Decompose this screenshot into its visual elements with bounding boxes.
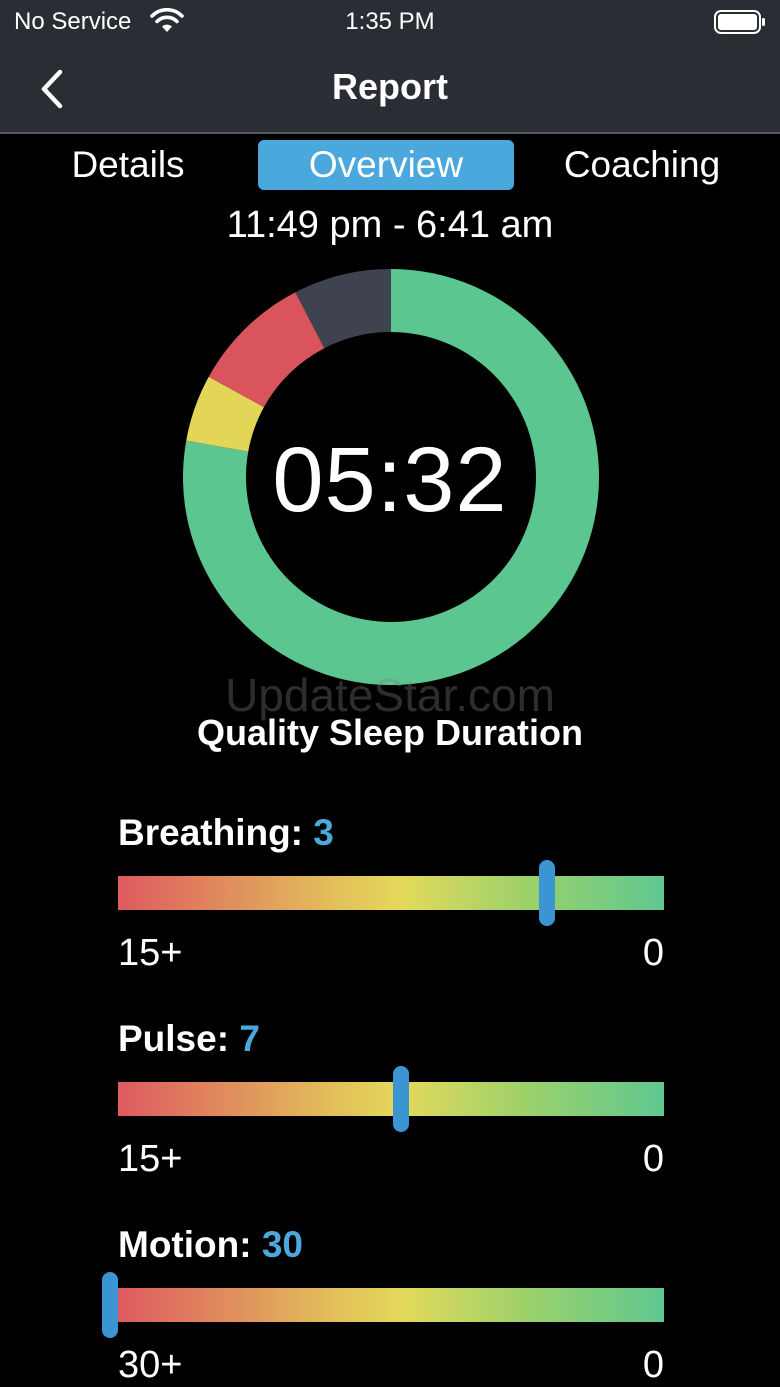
motion-metric: Motion: 30 30+ 0	[101, 1224, 664, 1387]
breathing-metric: Breathing: 3 15+ 0	[118, 812, 664, 982]
status-time: 1:35 PM	[345, 8, 435, 35]
pulse-metric: Pulse: 7 15+ 0	[118, 1018, 664, 1188]
pulse-gradient-bar	[118, 1082, 664, 1116]
motion-max-label: 0	[642, 1344, 664, 1386]
breathing-min-label: 15+	[118, 932, 183, 974]
breathing-gradient-bar	[118, 876, 664, 910]
tab-coaching[interactable]: Coaching	[540, 140, 744, 190]
page-title: Report	[332, 66, 448, 107]
status-bar: No Service 1:35 PM	[0, 0, 780, 44]
pulse-value: 7	[239, 1018, 260, 1059]
motion-title: Motion: 30	[118, 1224, 303, 1266]
sleep-duration-value: 05:32	[272, 429, 508, 531]
motion-gradient-bar	[118, 1288, 664, 1322]
motion-slider-thumb[interactable]	[101, 1272, 118, 1338]
sleep-time-range: 11:49 pm - 6:41 am	[226, 204, 554, 246]
motion-min-label: 30+	[118, 1344, 183, 1386]
breathing-slider-thumb[interactable]	[538, 860, 555, 926]
report-tabs: Details Overview Coaching	[0, 134, 780, 200]
pulse-slider-thumb[interactable]	[392, 1066, 409, 1132]
pulse-label: Pulse:	[118, 1018, 230, 1059]
motion-value: 30	[261, 1224, 303, 1265]
pulse-max-label: 0	[642, 1138, 664, 1180]
battery-full-icon	[714, 10, 765, 34]
breathing-title: Breathing: 3	[118, 812, 334, 854]
tab-details[interactable]: Details	[40, 140, 216, 190]
navigation-bar: Report	[0, 44, 780, 134]
breathing-max-label: 0	[642, 932, 664, 974]
breathing-label: Breathing:	[118, 812, 303, 853]
pulse-title: Pulse: 7	[118, 1018, 260, 1060]
motion-label: Motion:	[118, 1224, 252, 1265]
breathing-value: 3	[313, 812, 334, 853]
sleep-duration-label: Quality Sleep Duration	[196, 712, 584, 753]
tab-overview[interactable]: Overview	[258, 140, 514, 190]
pulse-min-label: 15+	[118, 1138, 183, 1180]
